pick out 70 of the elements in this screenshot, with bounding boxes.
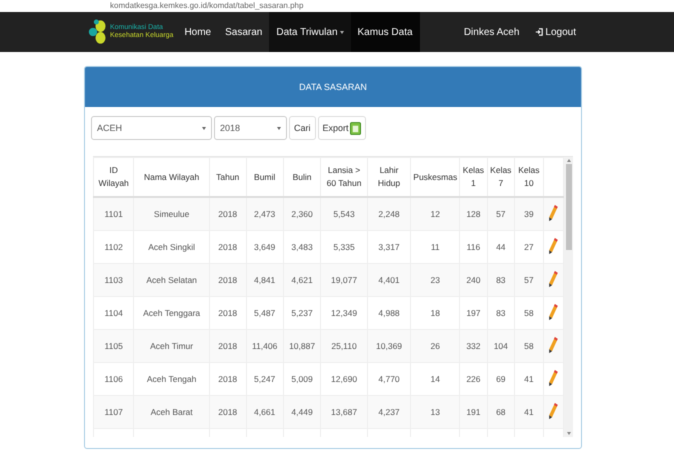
export-button[interactable]: Export	[318, 116, 366, 140]
user-link[interactable]: Dinkes Aceh	[456, 12, 528, 52]
table-cell: 58	[514, 330, 544, 362]
logout-link[interactable]: Logout	[527, 12, 584, 52]
province-select[interactable]: ACEH	[91, 116, 212, 140]
table-cell: 2018	[209, 330, 246, 362]
table-cell: 5,543	[320, 197, 368, 230]
pencil-icon[interactable]	[548, 236, 558, 256]
table-cell: 13,687	[320, 396, 368, 428]
table-cell: 4,661	[246, 396, 284, 428]
caret-icon	[202, 126, 206, 130]
pencil-icon[interactable]	[548, 368, 558, 388]
table-cell: 25,110	[320, 330, 368, 362]
table-cell: 10,369	[367, 330, 411, 362]
table-cell: 41	[514, 396, 544, 428]
pencil-icon[interactable]	[548, 402, 558, 420]
nav-item[interactable]: Home	[177, 12, 218, 52]
table-cell: 39	[514, 197, 544, 230]
table-cell: 191	[460, 396, 488, 428]
table-cell: 2018	[209, 396, 246, 428]
panel-title: DATA SASARAN	[299, 82, 367, 92]
table-cell: Aceh Timur	[134, 330, 210, 362]
search-button[interactable]: Cari	[289, 116, 316, 140]
nav-item[interactable]: Kamus Data	[350, 12, 420, 52]
table-cell: 1107	[94, 396, 134, 428]
table-cell: 68	[487, 396, 514, 428]
table-cell: 1103	[94, 264, 134, 296]
table-cell: 240	[460, 264, 488, 296]
table-cell: 2,360	[283, 197, 321, 230]
table-cell: Aceh Barat	[134, 396, 210, 428]
caret-icon	[277, 126, 281, 130]
pencil-icon[interactable]	[548, 302, 558, 322]
table-cell: 128	[460, 197, 488, 230]
pencil-icon[interactable]	[548, 336, 558, 354]
table-cell: 2018	[209, 264, 246, 296]
table-cell: 23	[410, 264, 460, 296]
table-cell: 26	[410, 330, 460, 362]
logout-icon	[535, 28, 544, 36]
scrollbar[interactable]	[564, 157, 573, 437]
table-cell: Aceh Selatan	[134, 264, 210, 296]
address-url[interactable]: komdatkesga.kemkes.go.id/komdat/tabel_sasaran.php	[110, 1, 304, 11]
table-cell: 83	[487, 264, 514, 296]
year-select[interactable]: 2018	[214, 116, 287, 140]
table-cell: 1105	[94, 330, 134, 362]
table-cell: 57	[487, 197, 514, 230]
table-cell: 2,248	[367, 197, 411, 230]
pencil-icon[interactable]	[548, 204, 558, 222]
table-cell: 4,449	[283, 396, 321, 428]
caret-icon	[340, 30, 344, 34]
table-cell: 4,237	[367, 396, 411, 428]
table-cell: 4,841	[246, 264, 284, 296]
table-cell: 332	[460, 330, 488, 362]
table-cell: 2,473	[246, 197, 284, 230]
table-cell: 11,406	[246, 330, 284, 362]
table-cell: 19,077	[320, 264, 368, 296]
table-cell: 4,621	[283, 264, 321, 296]
leaf-logo-icon	[88, 19, 108, 45]
table-cell: 13	[410, 396, 460, 428]
table-cell: 12	[410, 197, 460, 230]
nav-item[interactable]: Data Triwulan	[269, 12, 351, 52]
table-cell: 1101	[94, 197, 134, 230]
table-cell: Simeulue	[134, 197, 210, 230]
spreadsheet-icon	[350, 122, 361, 134]
table-cell: 57	[514, 264, 544, 296]
table-cell: 2018	[209, 197, 246, 230]
table-cell: 4,401	[367, 264, 411, 296]
table-cell: 104	[487, 330, 514, 362]
table-cell: 10,887	[283, 330, 321, 362]
pencil-icon[interactable]	[548, 270, 558, 288]
nav-item[interactable]: Sasaran	[218, 12, 270, 52]
